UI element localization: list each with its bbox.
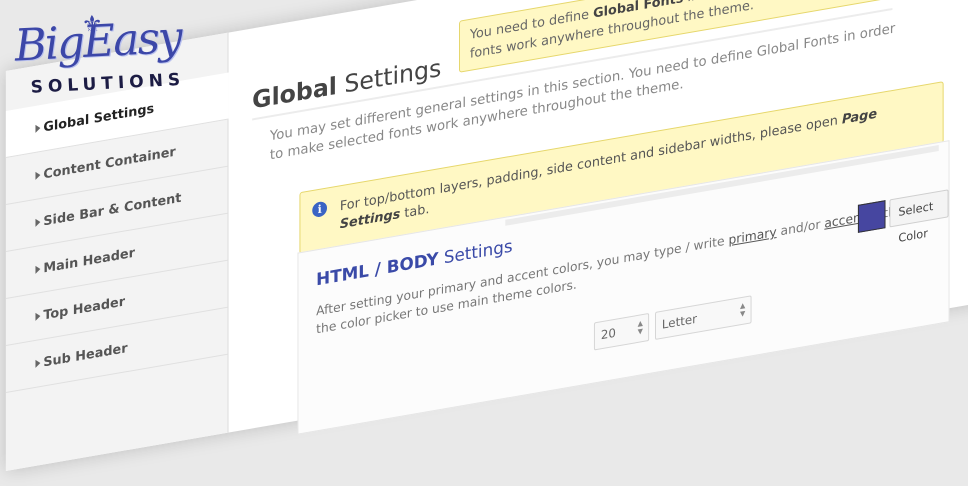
paper-select[interactable]: Letter ▲ ▼ bbox=[655, 295, 752, 340]
sidebar-item-label: Main Header bbox=[43, 245, 135, 277]
size-value: 20 bbox=[600, 325, 616, 343]
select-color-button[interactable]: Select Color bbox=[889, 189, 949, 245]
chevron-right-icon bbox=[35, 312, 41, 321]
chevron-right-icon bbox=[35, 359, 41, 368]
logo-subtitle: SOLUTIONS bbox=[30, 69, 186, 98]
logo-wordmark: BigEasy bbox=[13, 11, 183, 72]
section-title-rest: Settings bbox=[438, 236, 513, 270]
primary-keyword: primary bbox=[728, 223, 777, 248]
page-title-bold: Global bbox=[252, 71, 337, 115]
chevron-right-icon bbox=[35, 265, 41, 274]
color-swatch[interactable] bbox=[857, 200, 886, 233]
page-title-rest: Settings bbox=[336, 53, 442, 100]
select-arrows-icon: ▲ ▼ bbox=[740, 301, 746, 319]
sidebar-item-label: Sub Header bbox=[43, 340, 128, 371]
notice-text: tab. bbox=[400, 201, 430, 222]
chevron-right-icon bbox=[35, 218, 41, 227]
info-icon: i bbox=[312, 200, 328, 219]
paper-value: Letter bbox=[661, 311, 697, 332]
desc-text: and/or bbox=[776, 215, 825, 239]
main-content: You need to define Global Fonts in order… bbox=[252, 0, 968, 435]
sidebar-item-label: Content Container bbox=[43, 144, 176, 183]
chevron-right-icon bbox=[35, 171, 41, 180]
brand-logo: ⚜ BigEasy SOLUTIONS bbox=[5, 10, 200, 131]
sidebar-item-label: Top Header bbox=[43, 293, 126, 324]
stepper-arrows-icon: ▲ ▼ bbox=[637, 319, 643, 336]
sidebar-item-label: Side Bar & Content bbox=[43, 190, 182, 230]
size-stepper[interactable]: 20 ▲ ▼ bbox=[593, 312, 650, 351]
